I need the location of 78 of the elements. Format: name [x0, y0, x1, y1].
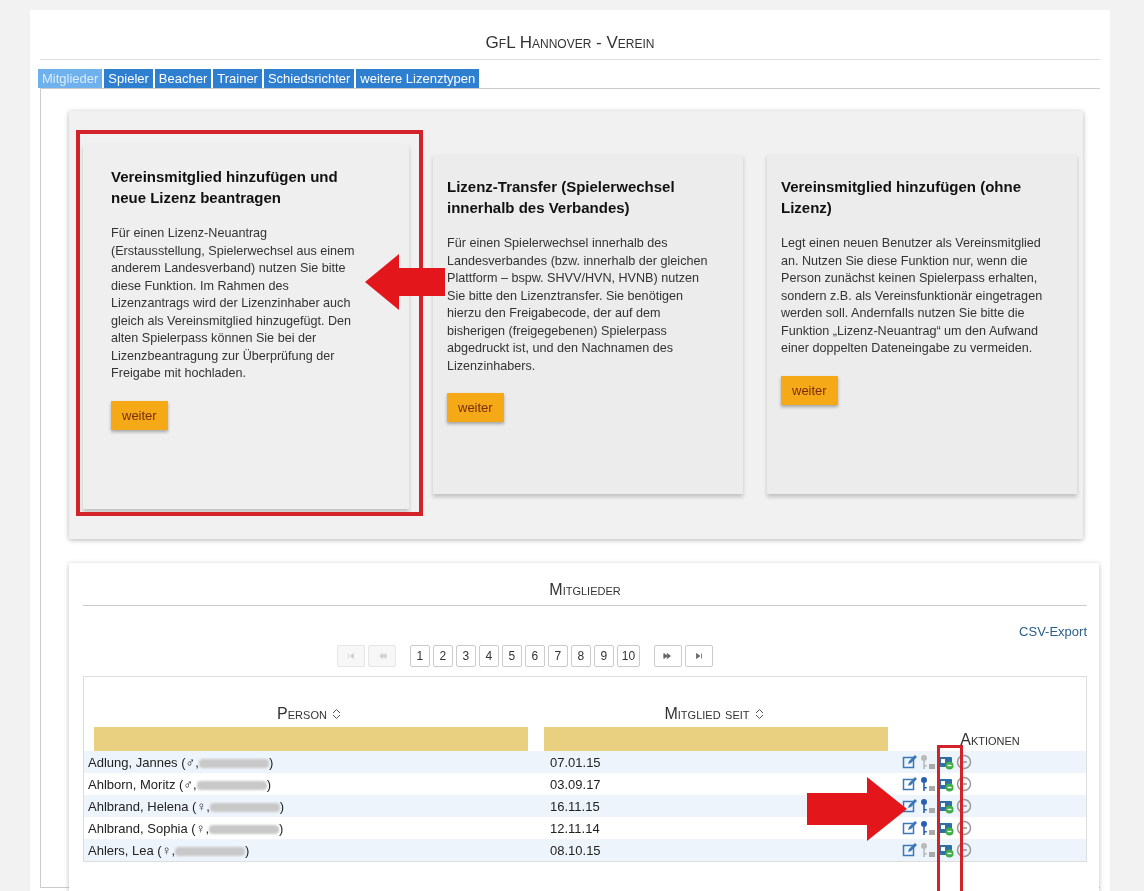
- key-icon[interactable]: [920, 820, 936, 836]
- page-title: GfL Hannover - Verein: [40, 10, 1100, 60]
- remove-icon[interactable]: [956, 776, 972, 792]
- date-cell: 08.10.15: [550, 842, 601, 858]
- card-title: Vereinsmitglied hinzufügen und neue Lizenz beantragen: [111, 167, 339, 208]
- date-cell: 12.11.14: [550, 820, 600, 836]
- person-cell: ): [245, 842, 250, 858]
- card-title: Vereinsmitglied hinzufügen (ohne Lizenz): [781, 177, 1022, 218]
- redacted-date: [196, 780, 267, 790]
- page-button[interactable]: 1: [409, 645, 430, 667]
- edit-icon[interactable]: [902, 776, 918, 792]
- tab[interactable]: Schiedsrichter: [263, 69, 355, 88]
- edit-icon[interactable]: [902, 820, 918, 836]
- column-header[interactable]: Person: [277, 705, 341, 723]
- tab[interactable]: weitere Lizenztypen: [356, 69, 480, 88]
- csv-export-link[interactable]: CSV-Export: [1019, 624, 1087, 639]
- prev-page-icon: [376, 651, 387, 661]
- card-description: Für einen Spielerwechsel innerhalb des Landesverbandes (bzw. innerhalb der gleichen Plattform – bspw. SHVV/HVN, HVNB) nutzen Sie bitte den Lizenztransfer. Sie benötigen hierzu den Freigabecode, der auf dem bisherigen (freigegebenen) Spielerpass abgedruckt ist, und den Nachnamen des Lizenzinhabers.: [447, 235, 709, 375]
- id-card-icon[interactable]: [938, 776, 954, 792]
- page-button[interactable]: 2: [432, 645, 453, 667]
- sort-icon: [331, 708, 341, 720]
- continue-button[interactable]: weiter: [447, 393, 504, 422]
- edit-icon[interactable]: [902, 798, 918, 814]
- first-page-icon: [345, 651, 356, 661]
- remove-icon[interactable]: [956, 754, 972, 770]
- tab[interactable]: Spieler: [104, 69, 153, 88]
- person-cell: Ahlbrand, Helena (♀,: [88, 798, 210, 814]
- id-card-icon[interactable]: [938, 820, 954, 836]
- person-cell: ): [268, 754, 274, 770]
- person-cell: Ahlers, Lea (♀,: [88, 842, 176, 858]
- pager-nav-button[interactable]: [685, 645, 714, 667]
- page-button[interactable]: 3: [455, 645, 476, 667]
- remove-icon[interactable]: [956, 820, 972, 836]
- date-cell: 03.09.17: [550, 776, 601, 792]
- redacted-date: [209, 802, 280, 812]
- person-cell: Adlung, Jannes (♂,: [88, 754, 199, 770]
- edit-icon[interactable]: [902, 842, 918, 858]
- person-cell: ): [266, 776, 272, 792]
- tab[interactable]: Beacher: [154, 69, 212, 88]
- page-button[interactable]: 6: [524, 645, 545, 667]
- id-card-icon[interactable]: [938, 842, 954, 858]
- page-button[interactable]: 7: [547, 645, 568, 667]
- filter-field[interactable]: [544, 727, 888, 751]
- edit-icon[interactable]: [902, 754, 918, 770]
- redacted-date: [175, 846, 246, 856]
- section-title: Mitglieder: [83, 563, 1087, 606]
- column-header[interactable]: Mitglied seit: [664, 705, 764, 723]
- key-icon[interactable]: [920, 776, 936, 792]
- sort-icon: [754, 708, 764, 720]
- page-button[interactable]: 9: [593, 645, 614, 667]
- continue-button[interactable]: weiter: [111, 400, 168, 430]
- page-button[interactable]: 4: [478, 645, 499, 667]
- tab[interactable]: Trainer: [213, 69, 262, 88]
- date-cell: 16.11.15: [550, 798, 600, 814]
- page-button[interactable]: 10: [616, 645, 641, 667]
- person-cell: ): [279, 820, 284, 836]
- date-cell: 07.01.15: [550, 754, 601, 770]
- person-cell: ): [279, 798, 285, 814]
- redacted-date: [198, 758, 269, 768]
- filter-field[interactable]: [94, 727, 528, 751]
- key-icon[interactable]: [920, 798, 936, 814]
- card-title: Lizenz-Transfer (Spielerwechsel innerhalb des Verbandes): [447, 177, 676, 218]
- page-button[interactable]: 8: [570, 645, 591, 667]
- id-card-icon[interactable]: [938, 798, 954, 814]
- pager-nav-button[interactable]: [654, 645, 683, 667]
- column-header: Aktionen: [960, 731, 1020, 748]
- remove-icon[interactable]: [956, 842, 972, 858]
- last-page-icon: [694, 651, 705, 661]
- page-button[interactable]: 5: [501, 645, 522, 667]
- remove-icon[interactable]: [956, 798, 972, 814]
- id-card-icon[interactable]: [938, 754, 954, 770]
- redacted-date: [209, 824, 280, 834]
- card-description: Legt einen neuen Benutzer als Vereinsmitglied an. Nutzen Sie diese Funktion nur, wenn die Person zunächst keinen Spielerpass erhalten, sondern z.B. als Vereinsfunktionär eingetragen werden soll. Andernfalls nutzen Sie bitte die Funktion „Lizenz-Neuantrag“ um den Aufwand einer doppelten Dateneingabe zu vermeiden.: [781, 235, 1043, 357]
- card-description: Für einen Lizenz-Neuantrag (Erstausstellung, Spielerwechsel aus einem anderem Landesverband) nutzen Sie bitte diese Funktion. Im Rahmen des Lizenzantrags wird der Lizenzinhaber auch gleich als Vereinsmitglied hinzugefügt. Den alten Spielerpass können Sie bei der Lizenzbeantragung zur Überprüfung der Freigabe mit hochladen.: [111, 225, 356, 382]
- continue-button[interactable]: weiter: [781, 375, 838, 405]
- person-cell: Ahlbrand, Sophia (♀,: [88, 820, 210, 836]
- person-cell: Ahlborn, Moritz (♂,: [88, 776, 197, 792]
- next-page-icon: [663, 651, 674, 661]
